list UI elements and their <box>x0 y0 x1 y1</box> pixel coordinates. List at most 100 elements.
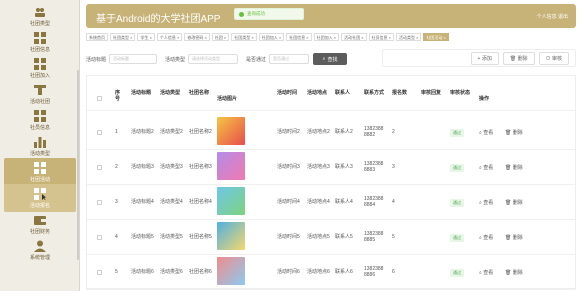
sidebar: 社团类型 社团信息 社团加入 活动社团 社员信息 活动类型 社团活动 活动报名 … <box>0 0 80 291</box>
tab-9[interactable]: 社团加入 × <box>313 33 340 41</box>
activity-image[interactable] <box>217 152 245 180</box>
tab-5[interactable]: 社团 × <box>211 33 230 41</box>
row-count: 3 <box>392 163 395 170</box>
tab-3[interactable]: 个人信息 × <box>156 33 183 41</box>
activity-image[interactable] <box>217 187 245 215</box>
search-bar: 活动标题 活动标题 活动类型 请选择活动类型 是否通过 是否通过 ⌕ 查找 <box>86 50 374 68</box>
tab-13[interactable]: 社团活动 × <box>423 33 449 41</box>
row-club: 社团名称3 <box>189 163 212 170</box>
type-select[interactable]: 请选择活动类型 <box>188 54 239 64</box>
search-button[interactable]: ⌕ 查找 <box>313 53 348 65</box>
trash-icon: 🗑 <box>509 55 518 62</box>
sidebar-item-activity-type[interactable]: 活动类型 <box>4 132 76 160</box>
row-title: 活动标题2 <box>131 128 154 135</box>
row-phone: 13823888886 <box>364 265 384 278</box>
row-contact: 联系人2 <box>335 128 353 135</box>
row-checkbox[interactable] <box>97 199 102 205</box>
title-search-input[interactable]: 活动标题 <box>109 54 158 64</box>
col-header-image: 活动图片 <box>217 96 238 102</box>
sidebar-item-club-activity[interactable]: 社团活动 <box>4 158 76 186</box>
row-title: 活动标题5 <box>131 233 154 240</box>
row-time: 活动时间6 <box>277 268 300 275</box>
row-phone: 13823888884 <box>364 195 384 208</box>
sidebar-item-member-info[interactable]: 社员信息 <box>4 106 76 134</box>
delete-row-button[interactable]: 🗑 删除 <box>505 234 523 241</box>
row-phone: 13823888883 <box>364 160 384 173</box>
pass-select[interactable]: 是否通过 <box>269 54 310 64</box>
activity-image[interactable] <box>217 257 245 285</box>
row-time: 活动时间4 <box>277 198 300 205</box>
sidebar-item-activity-signup[interactable]: 活动报名 <box>4 184 76 212</box>
trash-icon: 🗑 <box>505 199 513 206</box>
row-title: 活动标题3 <box>131 163 154 170</box>
tab-2[interactable]: 学生 × <box>137 33 155 41</box>
row-no: 2 <box>115 163 118 170</box>
activity-image[interactable] <box>217 222 245 250</box>
row-contact: 联系人6 <box>335 268 353 275</box>
row-checkbox[interactable] <box>97 234 102 240</box>
row-no: 4 <box>115 233 118 240</box>
row-time: 活动时间3 <box>277 163 300 170</box>
sidebar-item-club-info[interactable]: 社团信息 <box>4 28 76 56</box>
row-time: 活动时间5 <box>277 233 300 240</box>
grid-icon <box>33 109 47 123</box>
row-divider <box>87 254 575 255</box>
row-contact: 联系人5 <box>335 233 353 240</box>
sidebar-item-club-join[interactable]: 社团加入 <box>4 54 76 82</box>
tab-11[interactable]: 社员信息 × <box>368 33 394 41</box>
sidebar-item-system[interactable]: 系统管理 <box>4 236 76 264</box>
row-place: 活动地点5 <box>307 233 330 240</box>
view-button[interactable]: ⌕ 查看 <box>479 129 493 136</box>
delete-row-button[interactable]: 🗑 删除 <box>505 199 523 206</box>
status-badge: 通过 <box>450 233 464 242</box>
row-place: 活动地点6 <box>307 268 330 275</box>
sidebar-scrollbar[interactable] <box>77 70 79 260</box>
row-club: 社团名称6 <box>189 268 212 275</box>
sidebar-item-club-finance[interactable]: 社团财务 <box>4 210 76 238</box>
app-title: 基于Android的大学社团APP <box>96 14 221 25</box>
delete-row-button[interactable]: 🗑 删除 <box>505 129 523 136</box>
trash-icon: 🗑 <box>505 234 513 241</box>
status-badge: 通过 <box>450 268 464 277</box>
user-menu[interactable]: 个人信息 退出 <box>537 13 568 20</box>
row-phone: 13823888885 <box>364 230 384 243</box>
sidebar-item-club-type[interactable]: 社团类型 <box>4 2 76 30</box>
row-checkbox[interactable] <box>97 269 102 275</box>
row-title: 活动标题4 <box>131 198 154 205</box>
bar-chart-icon <box>33 135 47 149</box>
tab-0[interactable]: 系统首页 <box>86 33 108 41</box>
row-checkbox[interactable] <box>97 164 102 170</box>
select-all-checkbox[interactable] <box>97 96 102 101</box>
delete-row-button[interactable]: 🗑 删除 <box>505 269 523 276</box>
grid-icon <box>33 31 47 45</box>
view-button[interactable]: ⌕ 查看 <box>479 269 493 276</box>
tab-1[interactable]: 社团类型 × <box>110 33 136 41</box>
tags-bar: 系统首页 社团类型 × 学生 × 个人信息 × 修改密码 × 社团 × 社团类型 × 社团加入… <box>86 32 576 42</box>
tab-12[interactable]: 活动类型 × <box>395 33 422 41</box>
delete-button[interactable]: 🗑 删除 <box>502 51 535 65</box>
sidebar-item-activity-club[interactable]: 活动社团 <box>4 80 76 108</box>
row-contact: 联系人4 <box>335 198 353 205</box>
view-button[interactable]: ⌕ 查看 <box>479 199 493 206</box>
activity-image[interactable] <box>217 117 245 145</box>
delete-row-button[interactable]: 🗑 删除 <box>505 164 523 171</box>
row-divider <box>87 219 575 220</box>
tab-7[interactable]: 社团加入 × <box>258 33 285 41</box>
tab-4[interactable]: 修改密码 × <box>184 33 210 41</box>
user-icon <box>33 239 47 253</box>
add-button[interactable]: + 添加 <box>470 51 499 65</box>
tab-8[interactable]: 社团信息 × <box>286 33 312 41</box>
tab-10[interactable]: 活动社团 × <box>341 33 367 41</box>
view-button[interactable]: ⌕ 查看 <box>479 164 493 171</box>
status-badge: 通过 <box>450 128 464 137</box>
row-checkbox[interactable] <box>97 129 102 135</box>
search-icon: ⌕ <box>322 56 326 62</box>
review-button[interactable]: ⊙ 审核 <box>538 51 569 65</box>
tab-6[interactable]: 社团类型 × <box>231 33 257 41</box>
grid-icon <box>33 187 47 201</box>
row-place: 活动地点4 <box>307 198 330 205</box>
col-header-type: 活动类型 <box>160 90 181 96</box>
header-divider <box>87 110 575 111</box>
view-button[interactable]: ⌕ 查看 <box>479 234 493 241</box>
col-header-title: 活动标题 <box>131 90 152 96</box>
